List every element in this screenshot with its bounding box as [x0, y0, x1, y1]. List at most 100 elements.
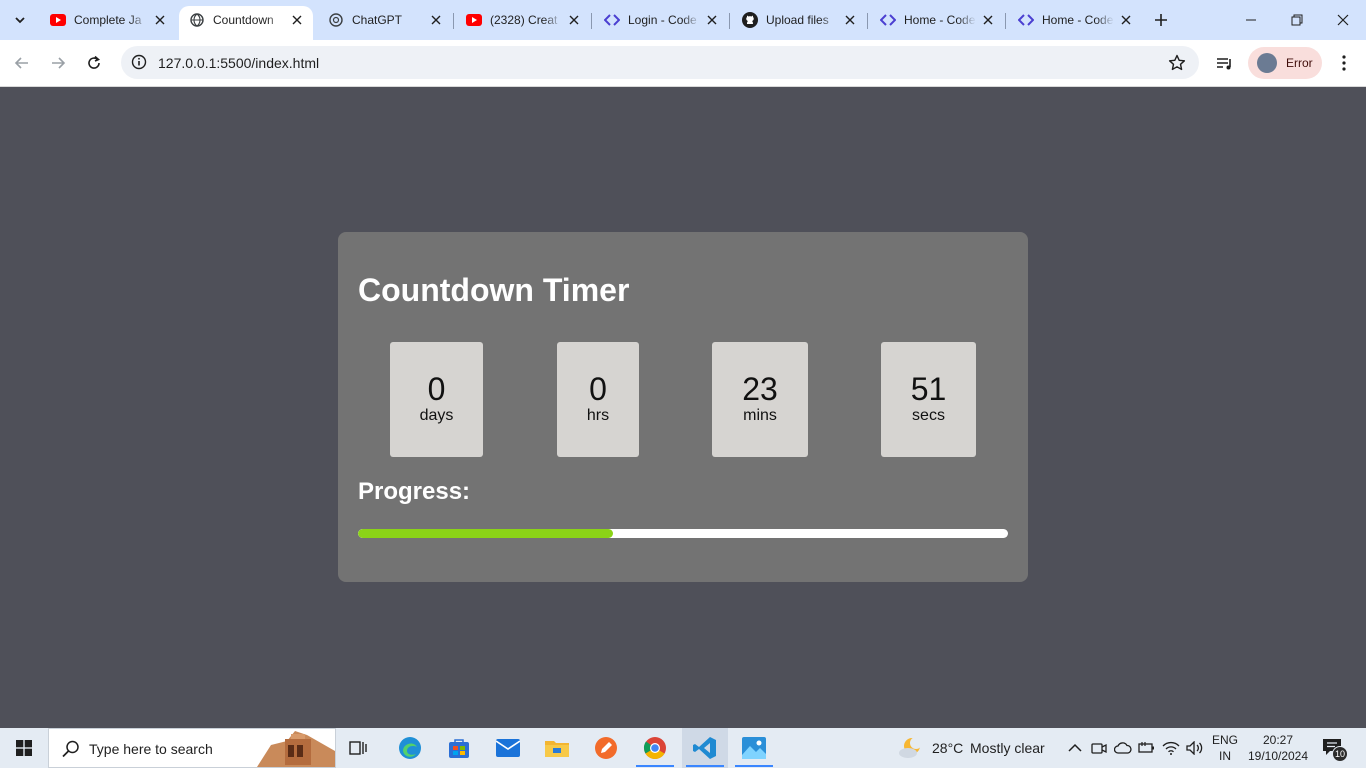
- taskbar-file-explorer[interactable]: [534, 728, 580, 768]
- taskbar-mail[interactable]: [485, 728, 531, 768]
- weather-moon-cloud-icon: [899, 737, 922, 758]
- tab-separator: [1005, 13, 1006, 29]
- bookmark-star-icon[interactable]: [1167, 53, 1187, 73]
- close-icon[interactable]: [1118, 12, 1134, 28]
- windows-logo-icon: [16, 740, 32, 756]
- tab-title: Countdown: [213, 13, 274, 27]
- browser-tab[interactable]: Upload files: [732, 6, 866, 34]
- mail-icon: [496, 739, 520, 757]
- close-icon: [1337, 14, 1349, 26]
- countdown-card: Countdown Timer 0 days 0 hrs 23 mins 51 …: [338, 232, 1028, 582]
- forward-button[interactable]: [43, 48, 73, 78]
- url-text[interactable]: 127.0.0.1:5500/index.html: [158, 55, 319, 71]
- search-highlight-image: [257, 731, 335, 767]
- tab-title: Home - Code: [1042, 13, 1114, 27]
- close-icon[interactable]: [842, 12, 858, 28]
- edge-icon: [399, 737, 421, 759]
- browser-tab[interactable]: ChatGPT: [318, 6, 452, 34]
- browser-tab[interactable]: Login - Code: [594, 6, 728, 34]
- arrow-right-icon: [52, 57, 66, 69]
- tab-title: ChatGPT: [352, 13, 403, 27]
- arrow-left-icon: [14, 57, 28, 69]
- language-region: IN: [1219, 749, 1231, 763]
- store-icon: [449, 739, 469, 758]
- weather-temperature[interactable]: 28°C: [932, 740, 963, 756]
- close-icon[interactable]: [704, 12, 720, 28]
- progress-label: Progress:: [358, 478, 471, 505]
- taskbar-chrome[interactable]: [632, 728, 678, 768]
- taskbar-search-box[interactable]: Type here to search: [48, 728, 336, 768]
- reload-button[interactable]: [79, 48, 109, 78]
- taskbar-store[interactable]: [436, 728, 482, 768]
- close-window-button[interactable]: [1320, 0, 1366, 40]
- search-icon: [61, 739, 81, 759]
- pen-app-icon: [595, 737, 617, 759]
- media-controls-button[interactable]: [1212, 51, 1238, 77]
- show-hidden-icons-button[interactable]: [1065, 738, 1085, 758]
- notification-center-button[interactable]: 10: [1322, 738, 1348, 762]
- browser-tab[interactable]: (2328) Creat: [456, 6, 590, 34]
- seconds-label: secs: [912, 407, 945, 424]
- seconds-box: 51 secs: [881, 342, 976, 457]
- tab-title: Home - Code: [904, 13, 976, 27]
- progress-bar: [358, 529, 1008, 538]
- restore-button[interactable]: [1274, 0, 1320, 40]
- minimize-icon: [1246, 19, 1256, 21]
- globe-icon: [189, 12, 205, 28]
- browser-tab[interactable]: Home - Code: [870, 6, 1004, 34]
- hours-box: 0 hrs: [557, 342, 639, 457]
- taskbar-vscode[interactable]: [682, 728, 728, 768]
- avatar: [1257, 53, 1277, 73]
- taskbar-app-orange[interactable]: [583, 728, 629, 768]
- close-icon[interactable]: [428, 12, 444, 28]
- browser-tab[interactable]: Complete Ja: [40, 6, 176, 34]
- taskbar-edge[interactable]: [387, 728, 433, 768]
- chrome-icon: [643, 737, 666, 759]
- input-language-indicator[interactable]: ENG IN: [1212, 732, 1238, 764]
- browser-tab-strip: Complete Ja Countdown ChatGPT (2328) Cre…: [0, 0, 1366, 40]
- tab-separator: [729, 13, 730, 29]
- close-icon[interactable]: [152, 12, 168, 28]
- tab-search-button[interactable]: [6, 6, 34, 34]
- browser-tab[interactable]: Home - Code: [1008, 6, 1142, 34]
- seconds-value: 51: [910, 371, 947, 407]
- tab-separator: [591, 13, 592, 29]
- days-box: 0 days: [390, 342, 483, 457]
- close-icon[interactable]: [566, 12, 582, 28]
- start-button[interactable]: [0, 728, 48, 768]
- address-bar[interactable]: 127.0.0.1:5500/index.html: [121, 46, 1199, 79]
- youtube-icon: [50, 12, 66, 28]
- tray-onedrive-icon[interactable]: [1113, 738, 1133, 758]
- close-icon[interactable]: [980, 12, 996, 28]
- close-icon[interactable]: [289, 12, 305, 28]
- minimize-button[interactable]: [1228, 0, 1274, 40]
- back-button[interactable]: [7, 48, 37, 78]
- windows-taskbar: Type here to search 28°C Mostly clear EN…: [0, 728, 1366, 768]
- vscode-icon: [693, 737, 716, 759]
- tab-title: Complete Ja: [74, 13, 142, 27]
- weather-description[interactable]: Mostly clear: [970, 740, 1045, 756]
- media-queue-icon: [1217, 58, 1231, 70]
- tray-wifi-icon[interactable]: [1161, 738, 1181, 758]
- site-info-icon[interactable]: [129, 52, 149, 72]
- taskbar-photos[interactable]: [731, 728, 777, 768]
- new-tab-button[interactable]: [1148, 7, 1174, 33]
- browser-tab-active[interactable]: Countdown: [179, 6, 313, 40]
- search-placeholder: Type here to search: [89, 741, 213, 757]
- tray-meet-icon[interactable]: [1089, 738, 1109, 758]
- browser-menu-button[interactable]: [1332, 51, 1356, 75]
- tray-volume-icon[interactable]: [1185, 738, 1205, 758]
- tray-battery-icon[interactable]: [1137, 738, 1157, 758]
- speaker-icon: [1186, 741, 1203, 755]
- profile-error-button[interactable]: Error: [1248, 47, 1322, 79]
- days-value: 0: [427, 371, 446, 407]
- tab-separator: [867, 13, 868, 29]
- youtube-icon: [466, 12, 482, 28]
- task-view-button[interactable]: [336, 728, 382, 768]
- photos-icon: [742, 737, 766, 759]
- clock-time: 20:27: [1262, 733, 1294, 747]
- taskbar-clock[interactable]: 20:27 19/10/2024: [1244, 732, 1312, 764]
- folder-icon: [545, 741, 569, 757]
- camera-icon: [1091, 743, 1107, 754]
- tab-separator: [453, 13, 454, 29]
